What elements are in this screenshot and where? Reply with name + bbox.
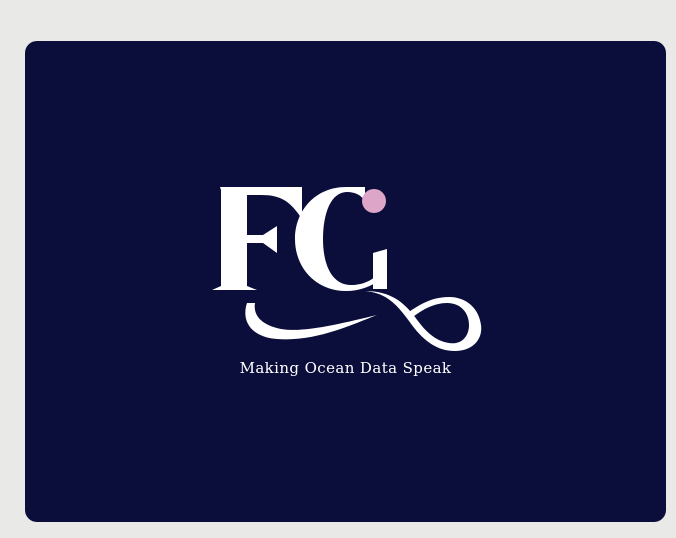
brand-tagline: Making Ocean Data Speak bbox=[239, 359, 452, 377]
logo-card: Making Ocean Data Speak bbox=[25, 41, 666, 522]
fc-monogram-logo-icon bbox=[212, 187, 482, 351]
letter-f bbox=[212, 187, 302, 290]
wave-swoosh bbox=[245, 291, 482, 351]
accent-dot bbox=[362, 189, 386, 213]
